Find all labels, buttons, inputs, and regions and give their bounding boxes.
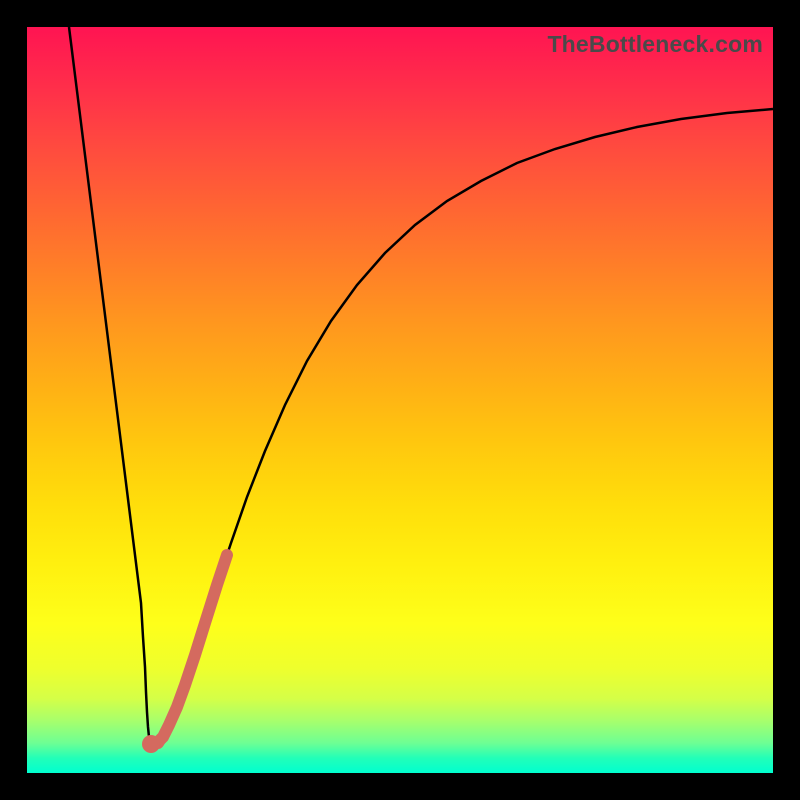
chart-frame: TheBottleneck.com (0, 0, 800, 800)
plot-area: TheBottleneck.com (27, 27, 773, 773)
chart-svg (27, 27, 773, 773)
highlight-segment (158, 555, 227, 743)
series-group (69, 27, 773, 753)
watermark-text: TheBottleneck.com (547, 31, 763, 58)
bottleneck-curve (69, 27, 773, 745)
minimum-marker (142, 735, 160, 753)
